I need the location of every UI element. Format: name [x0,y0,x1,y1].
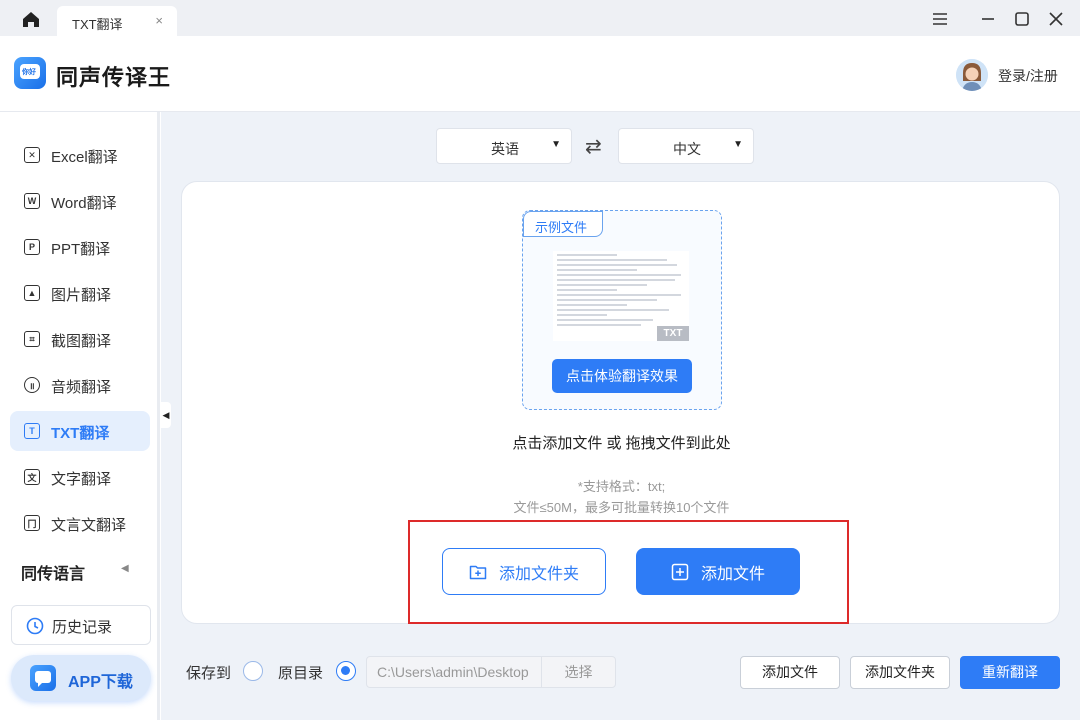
sidebar: ✕ Excel翻译 W Word翻译 P PPT翻译 ▲ 图片翻译 ⌗ 截图翻译… [0,112,161,720]
original-dir-label: 原目录 [278,665,324,682]
swap-languages-icon[interactable]: ⇄ [585,134,602,159]
drop-hint: 点击添加文件 或 拖拽文件到此处 [512,435,731,452]
sidebar-item-excel[interactable]: ✕ Excel翻译 [10,135,150,175]
sidebar-item-label: TXT翻译 [51,425,110,442]
classical-icon: 冂 [24,515,40,531]
sidebar-item-label: PPT翻译 [51,241,111,258]
app-title: 同声传译王 [56,65,172,90]
clock-icon [26,617,44,635]
sidebar-item-txt[interactable]: T TXT翻译 [10,411,150,451]
save-custom-radio[interactable] [243,661,263,681]
image-icon: ▲ [24,285,40,301]
history-label: 历史记录 [52,619,113,636]
tab-close-icon[interactable]: × [155,13,163,28]
file-limits: 文件≤50M，最多可批量转换10个文件 [513,500,730,515]
save-original-radio[interactable] [336,661,356,681]
example-file-card[interactable]: 示例文件 TXT 点击体验翻译效果 [522,210,722,410]
file-add-icon [671,563,689,580]
app-icon [30,665,56,691]
supported-formats: *支持格式：txt; [577,479,666,494]
sidebar-item-label: 音频翻译 [51,379,112,396]
sidebar-item-ppt[interactable]: P PPT翻译 [10,227,150,267]
tab-title: TXT翻译 [72,17,123,32]
target-language-select[interactable]: 中文 ▼ [618,128,754,164]
history-button[interactable]: 历史记录 [11,605,151,645]
add-file-label: 添加文件 [700,565,765,583]
choose-path-button[interactable]: 选择 [541,656,616,688]
sidebar-item-label: Excel翻译 [51,149,118,166]
audio-icon: ॥ [24,377,40,393]
sidebar-item-label: 截图翻译 [51,333,112,350]
sidebar-item-label: 文字翻译 [51,471,112,488]
minimize-icon[interactable] [977,8,999,30]
sidebar-item-label: 图片翻译 [51,287,112,304]
sidebar-item-word[interactable]: W Word翻译 [10,181,150,221]
example-document-thumbnail: TXT [553,251,689,341]
example-tag: 示例文件 [523,211,603,237]
add-folder-button[interactable]: 添加文件夹 [442,548,606,595]
expand-arrow-icon[interactable]: ◀ [121,563,129,574]
word-icon: W [24,193,40,209]
txt-icon: T [24,423,40,439]
sidebar-item-screenshot[interactable]: ⌗ 截图翻译 [10,319,150,359]
txt-badge: TXT [657,326,689,341]
sidebar-item-audio[interactable]: ॥ 音频翻译 [10,365,150,405]
app-download-label: APP下载 [68,674,133,691]
sidebar-item-label: Word翻译 [51,195,117,212]
save-to-label: 保存到 [186,665,232,682]
app-download-button[interactable]: APP下载 [11,655,151,701]
sidebar-item-label: 文言文翻译 [51,517,127,534]
sidebar-item-image[interactable]: ▲ 图片翻译 [10,273,150,313]
text-icon: 文 [24,469,40,485]
maximize-icon[interactable] [1011,8,1033,30]
chat-bubble-icon: 你好 [20,64,40,79]
example-tag-label: 示例文件 [535,220,588,235]
excel-icon: ✕ [24,147,40,163]
folder-add-icon [469,565,487,579]
login-link[interactable]: 登录/注册 [998,66,1058,86]
ppt-icon: P [24,239,40,255]
retranslate-button[interactable]: 重新翻译 [960,656,1060,689]
screenshot-icon: ⌗ [24,331,40,347]
tab-bar: TXT翻译 × [0,0,1080,36]
sidebar-scrollbar[interactable] [157,112,160,720]
app-logo: 你好 [14,57,46,89]
collapse-sidebar-icon[interactable]: ◀ [161,402,171,428]
try-example-button[interactable]: 点击体验翻译效果 [552,359,692,393]
section-simultaneous[interactable]: 同传语言 [21,560,85,584]
home-icon[interactable] [18,8,44,30]
app-header: 你好 同声传译王 登录/注册 [0,36,1080,112]
menu-icon[interactable] [929,8,951,30]
caret-down-icon: ▼ [551,139,561,150]
close-icon[interactable] [1045,8,1067,30]
logo-text: 你好 [22,69,36,76]
sidebar-item-text[interactable]: 文 文字翻译 [10,457,150,497]
add-file-small-button[interactable]: 添加文件 [740,656,840,689]
add-folder-small-button[interactable]: 添加文件夹 [850,656,950,689]
add-folder-label: 添加文件夹 [498,565,579,583]
add-file-button[interactable]: 添加文件 [636,548,800,595]
tab-txt-translate[interactable]: TXT翻译 × [57,6,177,36]
avatar[interactable] [956,59,988,91]
caret-down-icon: ▼ [733,139,743,150]
sidebar-item-classical[interactable]: 冂 文言文翻译 [10,503,150,543]
output-path-input[interactable] [366,656,542,688]
source-language-select[interactable]: 英语 ▼ [436,128,572,164]
